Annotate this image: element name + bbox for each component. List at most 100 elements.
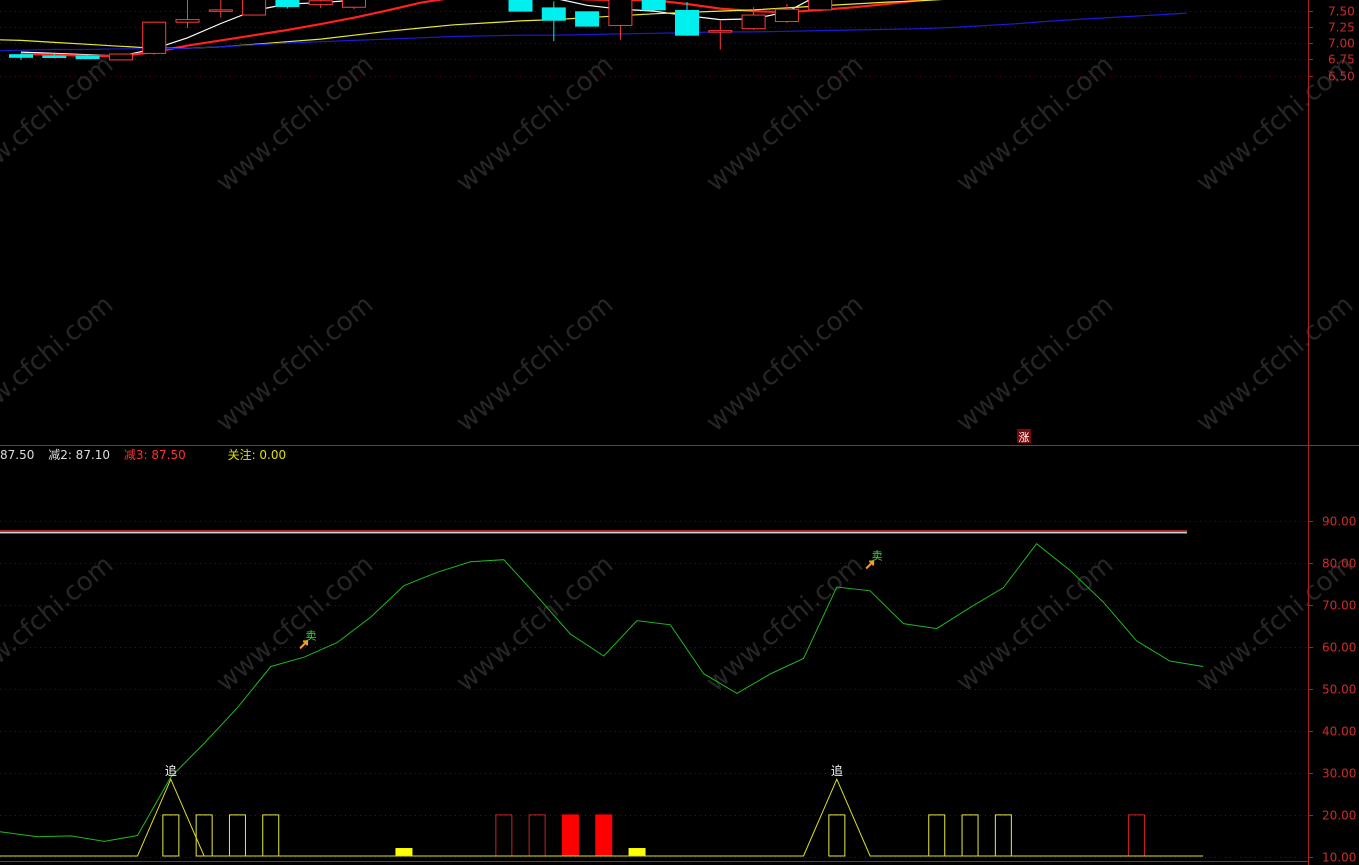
candle-body <box>308 0 333 6</box>
indicator-tick-label: 40.00 <box>1322 725 1356 739</box>
candle <box>208 0 233 18</box>
candle-body <box>541 7 566 21</box>
candle-body <box>708 30 733 33</box>
watermark-text: www.cfchi.com <box>211 290 380 438</box>
indicator-bar <box>262 814 280 857</box>
candle <box>708 20 733 50</box>
watermark-text: www.cfchi.com <box>951 550 1120 698</box>
price-tick-label: 7.75 <box>1328 0 1355 2</box>
price-tick-label: 6.50 <box>1328 70 1355 84</box>
candle-body <box>608 0 633 26</box>
chase-signal-label: 追 <box>165 763 177 778</box>
candle <box>9 53 33 60</box>
candle-body <box>641 0 666 11</box>
candle-body <box>175 19 200 23</box>
candle-body <box>575 11 600 27</box>
sell-signal-arrow <box>865 560 875 570</box>
chart-frame <box>0 0 1359 865</box>
watermark-text: www.cfchi.com <box>951 50 1120 198</box>
legend-value-4: 关注: 0.00 <box>227 448 287 462</box>
indicator-bar <box>961 814 979 857</box>
candle <box>275 0 300 9</box>
indicator-tick-label: 60.00 <box>1322 641 1356 655</box>
price-tick-label: 7.00 <box>1328 37 1355 51</box>
watermark-text: www.cfchi.com <box>451 290 620 438</box>
watermark-text: www.cfchi.com <box>701 290 870 438</box>
candle-body <box>741 14 766 30</box>
candlesticks <box>9 0 833 61</box>
legend-value-3: 减3: 87.50 <box>123 448 186 462</box>
candle <box>108 53 133 61</box>
indicator-bar <box>561 814 579 857</box>
indicator-bar <box>1128 814 1146 857</box>
watermark-text: www.cfchi.com <box>701 550 870 698</box>
candle-body <box>208 9 233 12</box>
indicator-tick-label: 70.00 <box>1322 599 1356 613</box>
indicator-bar <box>595 814 613 857</box>
watermark-text: www.cfchi.com <box>451 50 620 198</box>
indicator-bar <box>228 814 246 857</box>
price-tick-label: 7.25 <box>1328 21 1355 35</box>
chase-signal-label: 追 <box>831 763 843 778</box>
candle <box>342 0 366 10</box>
watermark-text: www.cfchi.com <box>1191 290 1359 438</box>
legend-value-1: 87.50 <box>0 448 35 462</box>
candle-body <box>275 0 300 8</box>
stock-chart: www.cfchi.com www.cfchi.com www.cfchi.com w… <box>0 0 1359 865</box>
sell-signal-label: 卖 <box>306 629 317 642</box>
candle <box>575 11 600 27</box>
candle <box>308 0 333 8</box>
watermark-text: www.cfchi.com <box>0 290 119 438</box>
watermark-layer: www.cfchi.com www.cfchi.com www.cfchi.com w… <box>0 50 1359 698</box>
candle-body <box>42 55 67 58</box>
indicator-tick-label: 10.00 <box>1322 851 1356 865</box>
watermark-text: www.cfchi.com <box>701 50 870 198</box>
indicator-bar <box>994 814 1012 857</box>
candle <box>242 0 267 16</box>
indicator-bar <box>395 848 413 857</box>
price-tick-label: 7.50 <box>1328 5 1355 19</box>
candle-body <box>508 0 533 12</box>
candle-body <box>675 10 699 36</box>
candle-body <box>342 0 366 8</box>
watermark-text: www.cfchi.com <box>0 50 119 198</box>
moving-average-lines <box>0 0 1187 58</box>
candle-body <box>75 55 100 60</box>
indicator-tick-label: 80.00 <box>1322 557 1356 571</box>
indicator-bar <box>628 848 646 857</box>
indicator-tick-label: 30.00 <box>1322 767 1356 781</box>
indicator-bar <box>528 814 546 857</box>
price-tick-label: 6.75 <box>1328 53 1355 67</box>
indicator-line <box>0 542 1204 842</box>
candle <box>142 21 167 55</box>
candle-body <box>108 53 133 61</box>
candle-body <box>774 8 799 23</box>
indicator-tick-label: 20.00 <box>1322 809 1356 823</box>
zhang-marker-label: 涨 <box>1019 431 1030 444</box>
indicator-legend: 87.50 减2: 87.10 减3: 87.50 关注: 0.00 <box>0 446 296 462</box>
candle-body <box>9 54 33 58</box>
watermark-text: www.cfchi.com <box>451 550 620 698</box>
candle <box>641 0 666 11</box>
candle <box>675 2 699 36</box>
candle <box>808 0 833 11</box>
indicator-lines <box>0 542 1204 857</box>
indicator-tick-label: 90.00 <box>1322 515 1356 529</box>
legend-value-2: 减2: 87.10 <box>48 448 111 462</box>
candle-body <box>142 21 167 54</box>
indicator-tick-label: 50.00 <box>1322 683 1356 697</box>
indicator-bar <box>828 814 846 857</box>
watermark-text: www.cfchi.com <box>951 290 1120 438</box>
indicator-bar <box>195 814 213 857</box>
candle <box>508 0 533 12</box>
watermark-text: www.cfchi.com <box>0 550 119 698</box>
watermark-text: www.cfchi.com <box>211 550 380 698</box>
indicator-axis: 90.00 80.00 70.00 60.00 50.00 40.00 30.00 20.00… <box>1308 515 1356 865</box>
indicator-bar <box>162 814 180 857</box>
indicator-bars <box>162 814 1146 857</box>
watermark-text: www.cfchi.com <box>1191 550 1359 698</box>
watermark-text: www.cfchi.com <box>211 50 380 198</box>
candle-body <box>808 0 833 11</box>
indicator-bar <box>928 814 946 857</box>
candle-body <box>242 0 267 16</box>
